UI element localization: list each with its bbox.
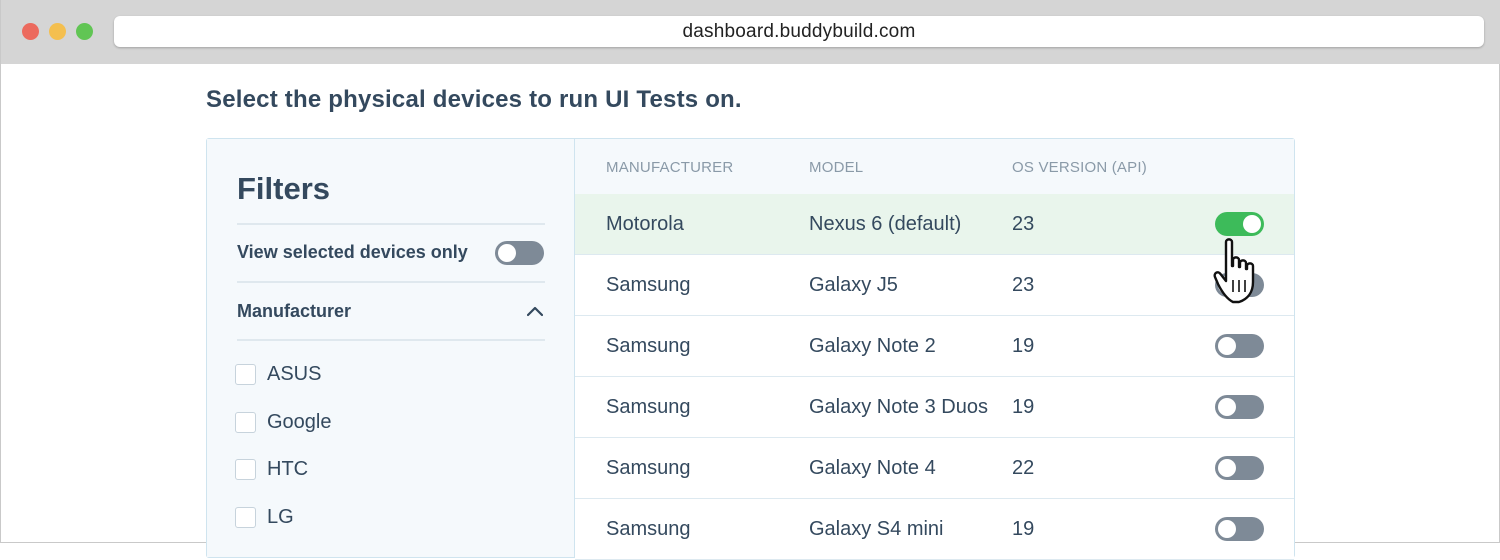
checkbox-label: HTC (267, 457, 309, 480)
devices-table: MANUFACTURER MODEL OS VERSION (API) Moto… (575, 139, 1294, 560)
table-row[interactable]: Samsung Galaxy Note 2 19 (575, 316, 1294, 377)
close-window-button[interactable] (22, 23, 39, 40)
filters-sidebar: Filters View selected devices only Manuf… (207, 139, 575, 557)
filters-divider (237, 339, 545, 341)
manufacturer-option-htc[interactable]: HTC (235, 456, 308, 482)
cell-os-version: 19 (1012, 335, 1035, 357)
cell-model: Galaxy Note 4 (809, 457, 936, 479)
column-header-os-version[interactable]: OS VERSION (API) (1012, 159, 1147, 176)
page-title: Select the physical devices to run UI Te… (206, 86, 742, 113)
column-header-manufacturer[interactable]: MANUFACTURER (606, 159, 733, 176)
checkbox-label: LG (267, 505, 294, 528)
cell-model: Galaxy Note 3 Duos (809, 396, 988, 418)
cell-manufacturer: Samsung (606, 396, 691, 418)
cell-model: Galaxy S4 mini (809, 518, 944, 540)
cell-os-version: 19 (1012, 518, 1035, 540)
cell-model: Galaxy Note 2 (809, 335, 936, 357)
cell-manufacturer: Samsung (606, 274, 691, 296)
address-bar[interactable]: dashboard.buddybuild.com (114, 16, 1484, 47)
manufacturer-option-google[interactable]: Google (235, 409, 332, 435)
device-enabled-toggle[interactable] (1215, 212, 1264, 236)
view-selected-only-label: View selected devices only (237, 242, 468, 262)
cell-model: Nexus 6 (default) (809, 213, 962, 235)
cell-os-version: 23 (1012, 274, 1035, 296)
checkbox[interactable] (235, 363, 256, 385)
cell-manufacturer: Samsung (606, 335, 691, 357)
toggle-knob (1218, 520, 1236, 538)
toggle-knob (1218, 459, 1236, 477)
cell-manufacturer: Motorola (606, 213, 684, 235)
checkbox-label: Google (267, 410, 332, 433)
cell-manufacturer: Samsung (606, 518, 691, 540)
checkbox[interactable] (235, 506, 256, 528)
device-enabled-toggle[interactable] (1215, 334, 1264, 358)
checkbox-label: ASUS (267, 362, 322, 385)
table-row[interactable]: Motorola Nexus 6 (default) 23 (575, 194, 1294, 255)
manufacturer-filter-header[interactable]: Manufacturer (237, 301, 351, 322)
toggle-knob (1243, 215, 1261, 233)
table-row[interactable]: Samsung Galaxy S4 mini 19 (575, 499, 1294, 560)
cell-os-version: 19 (1012, 396, 1035, 418)
manufacturer-option-asus[interactable]: ASUS (235, 361, 321, 387)
checkbox[interactable] (235, 458, 256, 480)
address-bar-url: dashboard.buddybuild.com (682, 20, 916, 42)
filters-divider (237, 281, 545, 283)
minimize-window-button[interactable] (49, 23, 66, 40)
toggle-knob (1218, 337, 1236, 355)
table-row[interactable]: Samsung Galaxy Note 3 Duos 19 (575, 377, 1294, 438)
device-enabled-toggle[interactable] (1215, 456, 1264, 480)
cell-os-version: 22 (1012, 457, 1035, 479)
device-enabled-toggle[interactable] (1215, 395, 1264, 419)
manufacturer-option-lg[interactable]: LG (235, 504, 294, 530)
device-selection-panel: Filters View selected devices only Manuf… (206, 138, 1295, 560)
toggle-knob (498, 244, 516, 262)
table-row[interactable]: Samsung Galaxy Note 4 22 (575, 438, 1294, 499)
device-enabled-toggle[interactable] (1215, 517, 1264, 541)
cell-model: Galaxy J5 (809, 274, 898, 296)
table-row[interactable]: Samsung Galaxy J5 23 (575, 255, 1294, 316)
view-selected-only-toggle[interactable] (495, 241, 544, 265)
browser-window: dashboard.buddybuild.com Select the phys… (0, 0, 1500, 560)
column-header-model[interactable]: MODEL (809, 159, 863, 176)
filters-divider (237, 223, 545, 225)
cell-os-version: 23 (1012, 213, 1035, 235)
cell-manufacturer: Samsung (606, 457, 691, 479)
filters-title: Filters (237, 171, 331, 206)
toggle-knob (1218, 398, 1236, 416)
pointing-hand-cursor-icon (1213, 238, 1255, 304)
browser-titlebar: dashboard.buddybuild.com (1, 0, 1500, 64)
checkbox[interactable] (235, 411, 256, 433)
zoom-window-button[interactable] (76, 23, 93, 40)
chevron-up-icon[interactable] (527, 305, 543, 317)
devices-table-header: MANUFACTURER MODEL OS VERSION (API) (575, 139, 1294, 195)
